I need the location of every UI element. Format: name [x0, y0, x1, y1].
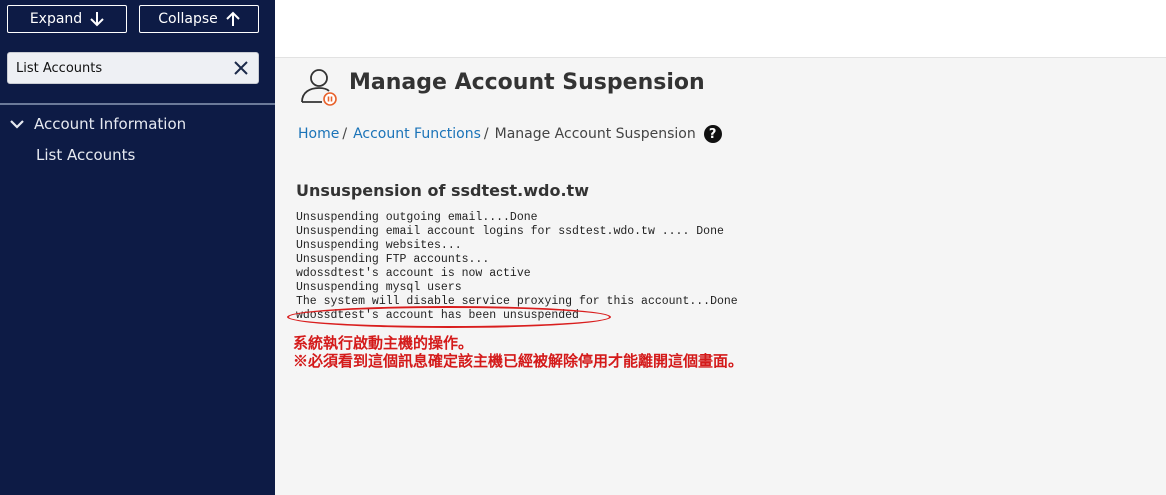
- top-bar: [275, 0, 1166, 58]
- annotation-note: 系統執行啟動主機的操作。: [293, 334, 474, 352]
- sidebar-section-label: Account Information: [34, 115, 187, 133]
- sidebar-item-list-accounts[interactable]: List Accounts: [36, 146, 135, 164]
- breadcrumb-account-functions[interactable]: Account Functions: [353, 126, 481, 142]
- breadcrumb-separator: /: [483, 126, 489, 142]
- log-line: Unsuspending email account logins for ss…: [296, 225, 724, 238]
- log-line: Unsuspending FTP accounts...: [296, 253, 490, 266]
- breadcrumb-current: Manage Account Suspension: [494, 126, 696, 142]
- breadcrumb-home[interactable]: Home: [298, 126, 339, 142]
- help-icon[interactable]: ?: [703, 125, 722, 143]
- expand-label: Expand: [29, 11, 83, 27]
- log-line: Unsuspending websites...: [296, 239, 462, 252]
- collapse-label: Collapse: [158, 11, 218, 27]
- sidebar-search: [7, 52, 259, 84]
- annotation-note: ※必須看到這個訊息確定該主機已經被解除停用才能離開這個畫面。: [293, 352, 744, 370]
- sidebar-section-account-information[interactable]: Account Information: [10, 115, 186, 133]
- user-suspension-icon: [301, 69, 337, 106]
- arrow-up-icon: [226, 11, 240, 26]
- expand-button[interactable]: Expand: [7, 5, 127, 33]
- sidebar-divider: [0, 103, 275, 105]
- annotation-notes: 系統執行啟動主機的操作。 ※必須看到這個訊息確定該主機已經被解除停用才能離開這個…: [293, 334, 743, 370]
- chevron-down-icon: [10, 120, 24, 129]
- unsuspension-heading: Unsuspension of ssdtest.wdo.tw: [296, 181, 589, 200]
- page-title: Manage Account Suspension: [349, 70, 705, 95]
- collapse-button[interactable]: Collapse: [139, 5, 259, 33]
- highlight-ellipse: [287, 306, 611, 328]
- log-line: Unsuspending mysql users: [296, 281, 462, 294]
- arrow-down-icon: [90, 12, 104, 27]
- sidebar: Expand Collapse Account Information List…: [0, 0, 275, 495]
- close-icon[interactable]: [232, 59, 250, 77]
- log-line: wdossdtest's account is now active: [296, 267, 531, 280]
- breadcrumb-separator: /: [342, 126, 348, 142]
- log-line: Unsuspending outgoing email....Done: [296, 211, 538, 224]
- breadcrumb: Home / Account Functions / Manage Accoun…: [298, 125, 722, 143]
- search-input[interactable]: [8, 53, 233, 83]
